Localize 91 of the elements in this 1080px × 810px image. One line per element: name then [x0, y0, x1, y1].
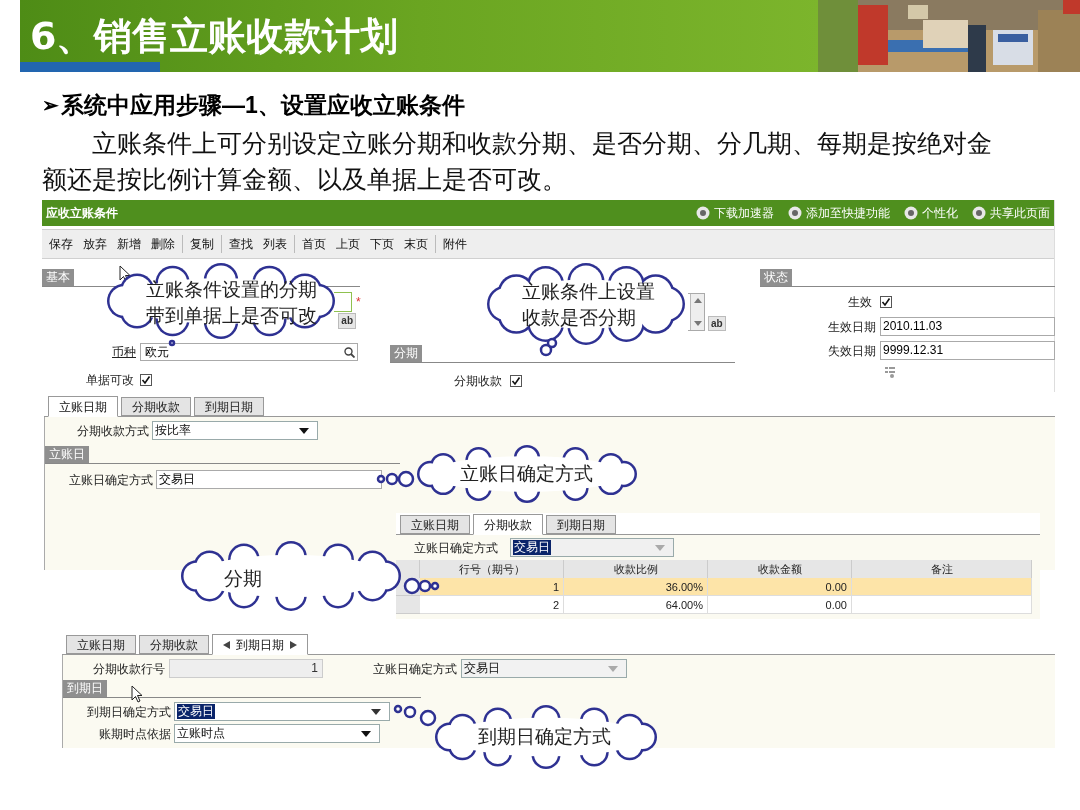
text-field[interactable]: 9999.12.31 [880, 341, 1055, 360]
memo-button[interactable]: ab [708, 316, 726, 331]
header-link[interactable]: 添加至快捷功能 [788, 204, 890, 222]
checkbox[interactable] [510, 375, 522, 387]
toolbar-button[interactable]: 新增 [113, 235, 145, 253]
section-heading: 系统中应用步骤—1、设置应收立账条件 [61, 91, 465, 120]
slide-title: 6、销售立账收款计划 [30, 14, 399, 58]
tab[interactable]: 分期收款 [473, 514, 543, 535]
circle-icon [972, 206, 986, 220]
table-cell: 36.00% [564, 578, 708, 596]
table-cell: 0.00 [708, 578, 852, 596]
field-label: 失效日期 [827, 342, 876, 360]
field-label: 到期日确定方式 [87, 703, 171, 721]
caret-icon [361, 730, 371, 737]
tab[interactable]: 到期日期 [212, 634, 308, 655]
search-field[interactable]: 欧元 [140, 343, 358, 361]
caret-icon [371, 708, 381, 715]
tab[interactable]: 立账日期 [66, 635, 136, 654]
callout-text: 带到单据上是否可改 [146, 303, 317, 328]
cursor-icon [131, 685, 143, 703]
field-label: 生效日期 [827, 318, 876, 336]
field-label: 单据可改 [86, 372, 134, 389]
dropdown[interactable]: 交易日 [461, 659, 627, 678]
callout-text: 分期 [224, 566, 262, 591]
caret-icon [299, 427, 309, 434]
column-header: 收款比例 [564, 560, 708, 578]
field-label: 立账日确定方式 [373, 660, 457, 678]
column-header: 备注 [852, 560, 1032, 578]
search-icon [344, 346, 355, 358]
circle-icon [788, 206, 802, 220]
dropdown[interactable]: 交易日 [174, 702, 390, 721]
toolbar-button[interactable]: 下页 [366, 235, 398, 253]
callout-text: 立账日确定方式 [460, 461, 593, 486]
field-label: 账期时点依据 [99, 725, 171, 743]
tab[interactable]: 立账日期 [48, 396, 118, 417]
circle-icon [696, 206, 710, 220]
left-arrow-icon [223, 640, 230, 649]
toolbar-button[interactable]: 附件 [439, 235, 471, 253]
tab[interactable]: 立账日期 [400, 515, 470, 534]
table-cell: 1 [420, 578, 564, 596]
toolbar-button[interactable]: 放弃 [79, 235, 111, 253]
callout-text: 到期日确定方式 [478, 724, 611, 749]
cursor-icon [119, 265, 131, 283]
caret-icon [655, 544, 665, 551]
toolbar-button[interactable]: 删除 [147, 235, 179, 253]
tab[interactable]: 分期收款 [121, 397, 191, 416]
toolbar-button[interactable]: 首页 [298, 235, 330, 253]
header-link[interactable]: 共享此页面 [972, 204, 1050, 222]
bullet: ➢ [42, 93, 59, 119]
checkbox[interactable] [140, 374, 152, 386]
dropdown[interactable]: 交易日 [510, 538, 674, 557]
caret-icon [608, 665, 618, 672]
dropdown[interactable]: 立账时点 [174, 724, 380, 743]
circle-icon [904, 206, 918, 220]
header-link[interactable]: 个性化 [904, 204, 958, 222]
field-label: 立账日确定方式 [414, 539, 498, 557]
toolbar-button[interactable]: 末页 [400, 235, 432, 253]
field-label: 分期收款行号 [93, 660, 165, 678]
field-label: 生效 [848, 294, 872, 311]
toolbar-button[interactable]: 查找 [225, 235, 257, 253]
list-icon [884, 366, 896, 378]
table-cell: 2 [420, 596, 564, 614]
checkbox[interactable] [880, 296, 892, 308]
field-label: 币种 [111, 344, 136, 361]
required-mark: * [356, 294, 362, 311]
toolbar-button[interactable]: 列表 [259, 235, 291, 253]
callout-text: 立账条件设置的分期 [146, 277, 317, 302]
right-arrow-icon [290, 640, 297, 649]
field-label: 分期收款 [454, 373, 502, 390]
dropdown[interactable]: 按比率 [152, 421, 318, 440]
field-label: 分期收款方式 [77, 422, 149, 440]
toolbar-button[interactable]: 保存 [45, 235, 77, 253]
header-link[interactable]: 下载加速器 [696, 204, 774, 222]
window-title: 应收立账条件 [46, 205, 118, 222]
toolbar-button[interactable]: 上页 [332, 235, 364, 253]
callout-text: 收款是否分期 [522, 305, 636, 330]
field-label: 立账日确定方式 [69, 471, 153, 489]
text-field[interactable] [334, 292, 352, 312]
text-field[interactable]: 2010.11.03 [880, 317, 1055, 336]
table-cell: 0.00 [708, 596, 852, 614]
tab[interactable]: 到期日期 [546, 515, 616, 534]
column-header: 行号（期号） [420, 560, 564, 578]
column-header: 收款金额 [708, 560, 852, 578]
intro-paragraph: 立账条件上可分别设定立账分期和收款分期、是否分期、分几期、每期是按绝对金额还是按比例计算金额、以及单据上是否可改。 [42, 129, 993, 195]
toolbar-button[interactable]: 复制 [186, 235, 218, 253]
tab[interactable]: 分期收款 [139, 635, 209, 654]
callout-text: 立账条件上设置 [522, 279, 655, 304]
text-field[interactable]: 交易日 [156, 470, 382, 489]
tab[interactable]: 到期日期 [194, 397, 264, 416]
table-cell: 64.00% [564, 596, 708, 614]
memo-button[interactable]: ab [338, 313, 356, 329]
